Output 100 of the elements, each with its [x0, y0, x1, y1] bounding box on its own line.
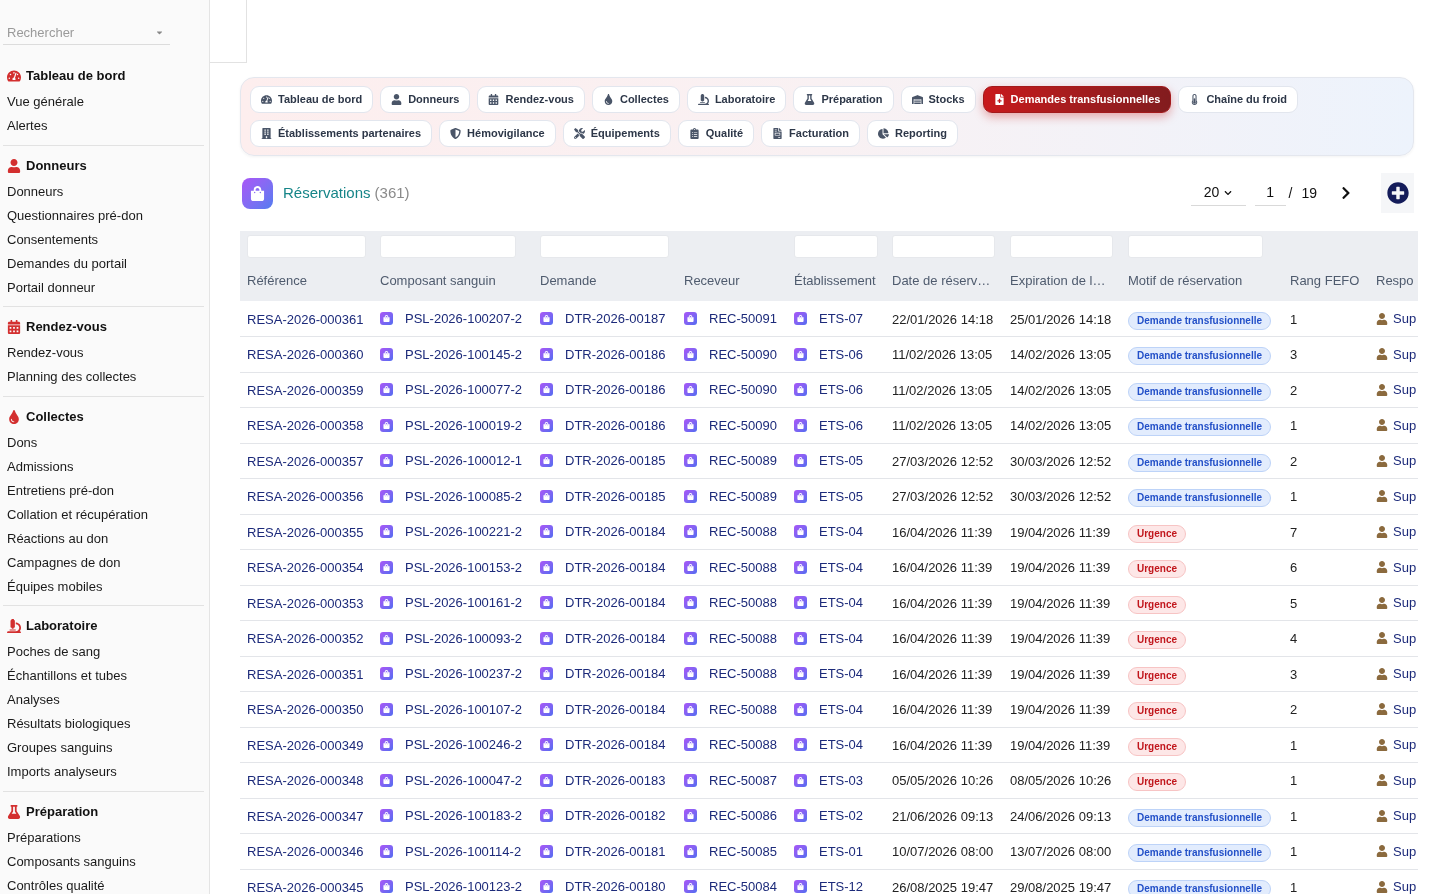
component-link[interactable]: PSL-2026-100114-2 — [405, 841, 522, 861]
component-link[interactable]: PSL-2026-100107-2 — [405, 699, 523, 719]
add-button[interactable] — [1381, 173, 1414, 213]
request-link[interactable]: DTR-2026-00186 — [565, 344, 666, 364]
reference-link[interactable]: RESA-2026-000361 — [247, 311, 364, 327]
owner-link[interactable]: Sup — [1393, 522, 1417, 542]
recipient-link[interactable]: REC-50088 — [709, 557, 777, 577]
nav-tab[interactable]: Rendez-vous — [477, 86, 585, 113]
component-link[interactable]: PSL-2026-100207-2 — [405, 308, 523, 329]
facility-link[interactable]: ETS-07 — [819, 308, 864, 329]
component-link[interactable]: PSL-2026-100246-2 — [405, 735, 523, 755]
nav-link[interactable]: Collation et récupération — [7, 504, 148, 525]
reference-link[interactable]: RESA-2026-000358 — [247, 418, 364, 434]
component-link[interactable]: PSL-2026-100085-2 — [405, 486, 523, 506]
nav-link[interactable]: Réactions au don — [7, 528, 109, 549]
component-link[interactable]: PSL-2026-100161-2 — [405, 593, 523, 613]
nav-tab[interactable]: Hémovigilance — [439, 120, 556, 147]
owner-link[interactable]: Sup — [1393, 308, 1417, 329]
nav-link[interactable]: Composants sanguins — [7, 851, 136, 872]
facility-link[interactable]: ETS-04 — [819, 628, 864, 648]
filter-field[interactable] — [892, 235, 995, 258]
nav-tab[interactable]: Stocks — [900, 86, 976, 113]
owner-link[interactable]: Sup — [1393, 415, 1417, 435]
request-link[interactable]: DTR-2026-00186 — [565, 380, 666, 400]
facility-link[interactable]: ETS-01 — [819, 841, 864, 861]
component-link[interactable]: PSL-2026-100093-2 — [405, 628, 523, 648]
facility-link[interactable]: ETS-06 — [819, 380, 864, 400]
nav-tab[interactable]: Facturation — [761, 120, 860, 147]
nav-link[interactable]: Analyses — [7, 690, 60, 710]
owner-link[interactable]: Sup — [1393, 344, 1417, 364]
component-link[interactable]: PSL-2026-100153-2 — [405, 557, 523, 577]
nav-link[interactable]: Admissions — [7, 456, 74, 477]
filter-field[interactable] — [247, 235, 366, 258]
facility-link[interactable]: ETS-04 — [819, 522, 864, 542]
nav-link[interactable]: Groupes sanguins — [7, 738, 113, 758]
column-header[interactable]: Demande — [540, 271, 597, 291]
nav-link[interactable]: Portail donneur — [7, 277, 96, 298]
owner-link[interactable]: Sup — [1393, 806, 1417, 826]
component-link[interactable]: PSL-2026-100123-2 — [405, 877, 523, 894]
nav-tab[interactable]: Tableau de bord — [250, 86, 374, 113]
nav-link[interactable]: Préparations — [7, 827, 81, 848]
owner-link[interactable]: Sup — [1393, 628, 1417, 648]
request-link[interactable]: DTR-2026-00180 — [565, 877, 666, 894]
recipient-link[interactable]: REC-50085 — [709, 841, 777, 861]
recipient-link[interactable]: REC-50088 — [709, 735, 777, 755]
owner-link[interactable]: Sup — [1393, 699, 1417, 719]
reference-link[interactable]: RESA-2026-000360 — [247, 347, 364, 363]
facility-link[interactable]: ETS-05 — [819, 451, 864, 471]
nav-link[interactable]: Poches de sang — [7, 642, 101, 662]
component-link[interactable]: PSL-2026-100183-2 — [405, 806, 523, 826]
facility-link[interactable]: ETS-06 — [819, 344, 864, 364]
recipient-link[interactable]: REC-50088 — [709, 699, 777, 719]
nav-link[interactable]: Imports analyseurs — [7, 762, 117, 782]
component-link[interactable]: PSL-2026-100047-2 — [405, 770, 523, 790]
reference-link[interactable]: RESA-2026-000347 — [247, 808, 364, 824]
reference-link[interactable]: RESA-2026-000356 — [247, 489, 364, 505]
nav-tab[interactable]: Donneurs — [380, 86, 471, 113]
facility-link[interactable]: ETS-12 — [819, 877, 864, 894]
nav-tab[interactable]: Collectes — [591, 86, 680, 113]
owner-link[interactable]: Sup — [1393, 664, 1417, 684]
reference-link[interactable]: RESA-2026-000350 — [247, 702, 364, 718]
component-link[interactable]: PSL-2026-100019-2 — [405, 415, 523, 435]
nav-link[interactable]: Demandes du portail — [7, 253, 127, 274]
request-link[interactable]: DTR-2026-00185 — [565, 451, 666, 471]
nav-tab[interactable]: Établissements partenaires — [250, 120, 433, 147]
request-link[interactable]: DTR-2026-00182 — [565, 806, 666, 826]
owner-link[interactable]: Sup — [1393, 486, 1417, 506]
nav-tab[interactable]: Reporting — [867, 120, 958, 147]
facility-link[interactable]: ETS-05 — [819, 486, 864, 506]
request-link[interactable]: DTR-2026-00186 — [565, 415, 666, 435]
request-link[interactable]: DTR-2026-00184 — [565, 664, 666, 684]
filter-field[interactable] — [1128, 235, 1263, 258]
component-link[interactable]: PSL-2026-100012-1 — [405, 451, 523, 471]
nav-tab[interactable]: Demandes transfusionnelles — [982, 86, 1172, 113]
recipient-link[interactable]: REC-50084 — [709, 877, 777, 894]
owner-link[interactable]: Sup — [1393, 877, 1417, 894]
nav-tab[interactable]: Préparation — [793, 86, 894, 113]
reference-link[interactable]: RESA-2026-000352 — [247, 631, 364, 647]
request-link[interactable]: DTR-2026-00184 — [565, 628, 666, 648]
recipient-link[interactable]: REC-50089 — [709, 486, 777, 506]
nav-link[interactable]: Entretiens pré-don — [7, 480, 114, 501]
recipient-link[interactable]: REC-50091 — [709, 308, 777, 329]
column-header[interactable]: Composant sanguin — [380, 271, 496, 291]
component-link[interactable]: PSL-2026-100221-2 — [405, 522, 523, 542]
request-link[interactable]: DTR-2026-00184 — [565, 522, 666, 542]
owner-link[interactable]: Sup — [1393, 841, 1417, 861]
filter-field[interactable] — [794, 235, 878, 258]
nav-tab[interactable]: Chaîne du froid — [1178, 86, 1299, 113]
component-link[interactable]: PSL-2026-100077-2 — [405, 380, 523, 400]
owner-link[interactable]: Sup — [1393, 735, 1417, 755]
filter-field[interactable] — [1010, 235, 1113, 258]
request-link[interactable]: DTR-2026-00181 — [565, 841, 666, 861]
reference-link[interactable]: RESA-2026-000346 — [247, 844, 364, 860]
nav-link[interactable]: Vue générale — [7, 92, 84, 112]
facility-link[interactable]: ETS-06 — [819, 415, 864, 435]
nav-link[interactable]: Planning des collectes — [7, 367, 137, 387]
recipient-link[interactable]: REC-50088 — [709, 522, 777, 542]
recipient-link[interactable]: REC-50089 — [709, 451, 777, 471]
facility-link[interactable]: ETS-03 — [819, 770, 864, 790]
reference-link[interactable]: RESA-2026-000348 — [247, 773, 364, 789]
